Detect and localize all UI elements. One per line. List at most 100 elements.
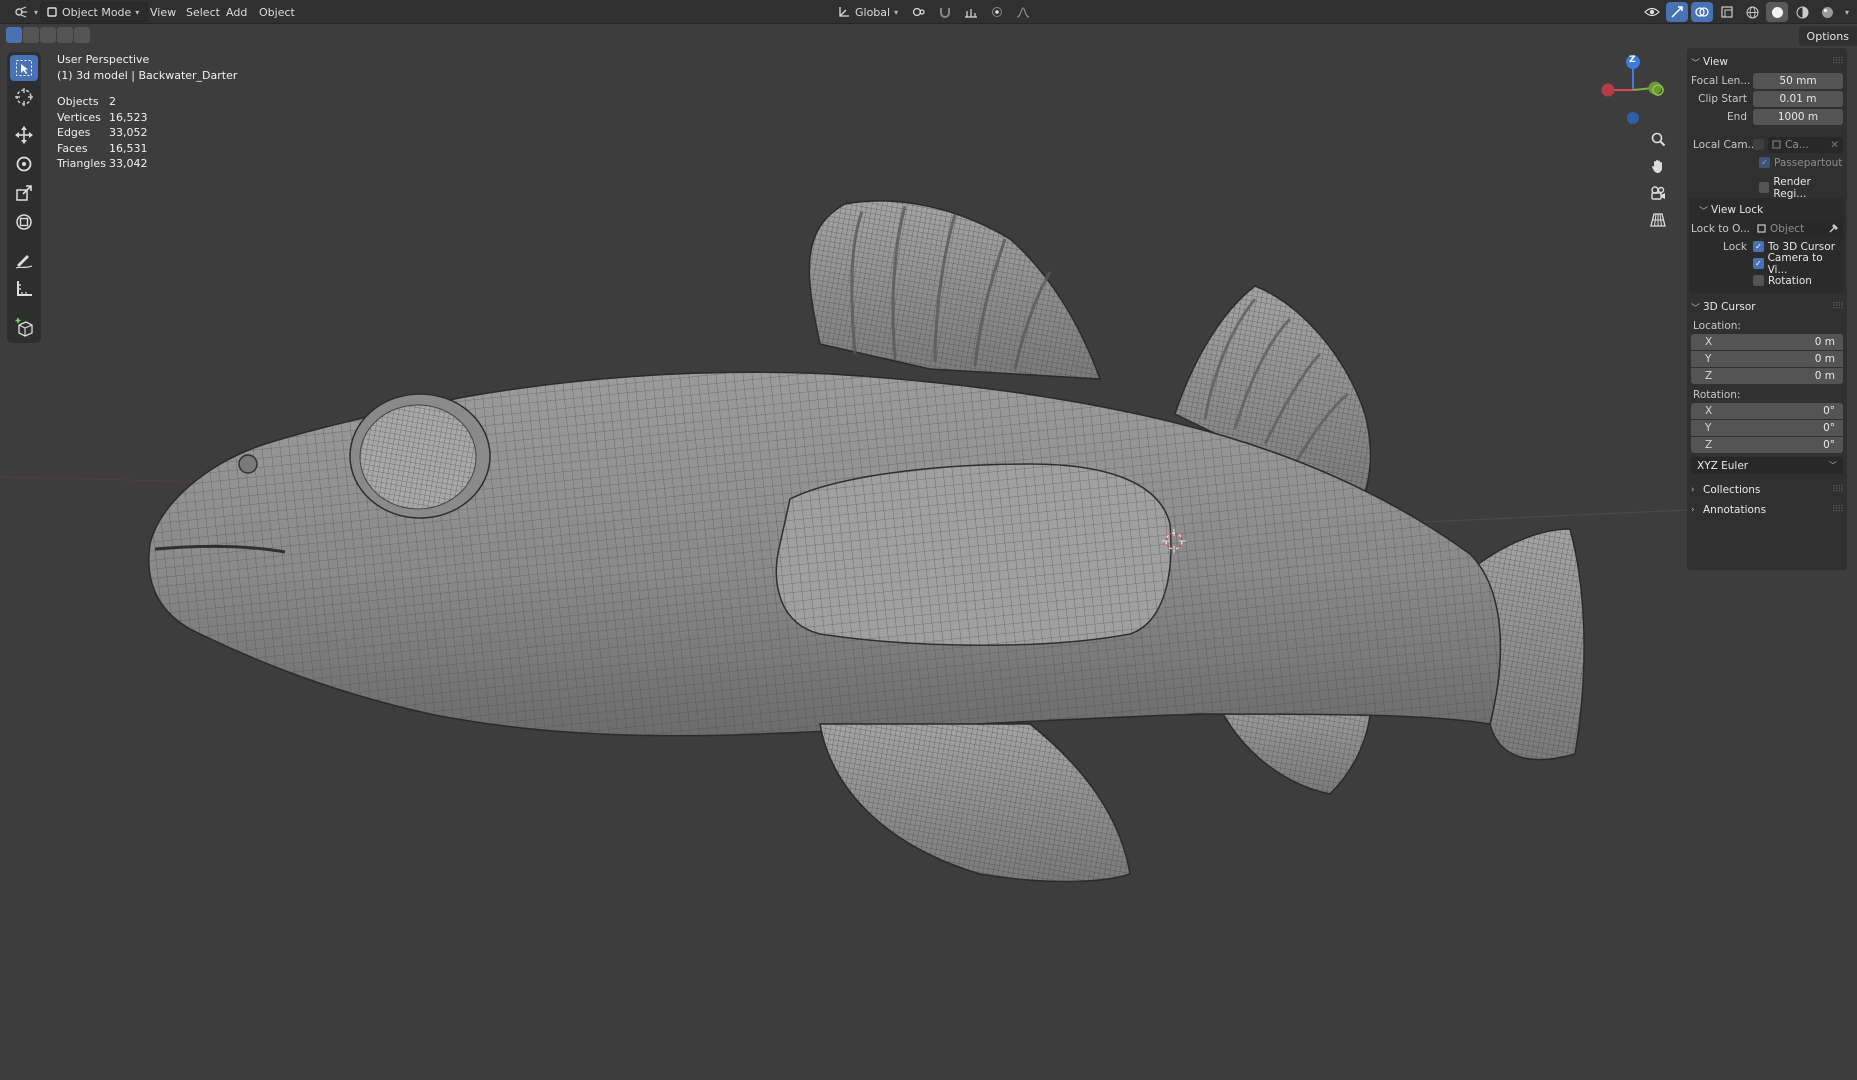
menu-view[interactable]: View bbox=[144, 2, 182, 22]
snap-toggle[interactable] bbox=[934, 2, 956, 22]
viewport-header: ▾ Object Mode ▾ View Select Add Object G… bbox=[0, 0, 1857, 24]
camera-icon bbox=[1651, 186, 1665, 200]
clip-end-label: End bbox=[1727, 110, 1747, 123]
panel-header-view-lock[interactable]: ﹀ View Lock bbox=[1691, 200, 1843, 220]
lock-to-object-field[interactable]: Object bbox=[1753, 220, 1843, 237]
local-camera-field[interactable]: Ca... ✕ bbox=[1768, 136, 1843, 153]
stat-value: 33,052 bbox=[109, 126, 148, 139]
chevron-right-icon: › bbox=[1691, 485, 1695, 495]
drag-grip-icon[interactable]: ⠿⠿ bbox=[1832, 505, 1844, 515]
cursor-rotation-z[interactable]: Z 0° bbox=[1691, 437, 1843, 453]
clip-start-field[interactable]: 0.01 m bbox=[1753, 90, 1843, 107]
camera-object-icon bbox=[1772, 140, 1781, 149]
passepartout-checkbox[interactable]: ✓ bbox=[1759, 157, 1770, 168]
stat-value: 2 bbox=[109, 95, 116, 108]
stat-label: Faces bbox=[57, 141, 88, 155]
overlay-toggle[interactable] bbox=[1691, 2, 1713, 22]
stat-value: 16,523 bbox=[109, 110, 148, 124]
proportional-edit-toggle[interactable] bbox=[986, 2, 1008, 22]
focal-length-field[interactable]: 50 mm bbox=[1753, 72, 1843, 89]
measure-tool[interactable] bbox=[10, 276, 38, 302]
rotate-tool[interactable] bbox=[10, 151, 38, 177]
editor-type-button[interactable]: ▾ bbox=[8, 2, 44, 22]
gizmo-icon bbox=[1671, 6, 1683, 18]
drag-grip-icon[interactable]: ⠿⠿ bbox=[1832, 302, 1844, 312]
clear-icon[interactable]: ✕ bbox=[1830, 139, 1843, 151]
orientation-dropdown[interactable]: Global ▾ bbox=[832, 2, 904, 22]
drag-grip-icon[interactable]: ⠿⠿ bbox=[1832, 485, 1844, 495]
stat-row: Faces 16,531 bbox=[57, 142, 148, 158]
gizmo-toggle[interactable] bbox=[1666, 2, 1688, 22]
axis-value: 0° bbox=[1823, 405, 1835, 417]
scene-info: (1) 3d model | Backwater_Darter bbox=[57, 69, 238, 82]
editor-type-icon bbox=[15, 6, 27, 18]
options-dropdown[interactable]: Options bbox=[1798, 26, 1857, 46]
render-region-row[interactable]: Render Regi... bbox=[1691, 176, 1843, 200]
axis-label: Y bbox=[1705, 422, 1712, 434]
cursor-tool[interactable] bbox=[10, 84, 38, 110]
shading-solid-button[interactable] bbox=[1766, 2, 1788, 22]
3d-viewport[interactable] bbox=[0, 24, 1687, 1080]
panel-header-collections[interactable]: › Collections ⠿⠿ bbox=[1691, 480, 1844, 500]
local-camera-checkbox[interactable] bbox=[1753, 139, 1764, 150]
shading-rendered-button[interactable] bbox=[1816, 2, 1838, 22]
to-3d-cursor-checkbox[interactable]: ✓ bbox=[1753, 241, 1764, 252]
camera-to-view-checkbox[interactable]: ✓ bbox=[1753, 258, 1764, 269]
shading-material-button[interactable] bbox=[1791, 2, 1813, 22]
pivot-point-button[interactable] bbox=[908, 2, 930, 22]
perspective-toggle-button[interactable] bbox=[1646, 209, 1670, 231]
navigation-gizmo[interactable]: Z bbox=[1598, 50, 1668, 130]
xray-toggle[interactable] bbox=[1716, 2, 1738, 22]
falloff-dropdown[interactable] bbox=[1012, 2, 1034, 22]
cursor-location-y[interactable]: Y 0 m bbox=[1691, 351, 1843, 367]
pencil-icon bbox=[15, 255, 33, 269]
panel-header-3d-cursor[interactable]: ﹀ 3D Cursor ⠿⠿ bbox=[1691, 297, 1844, 317]
shading-options-dropdown[interactable]: ▾ bbox=[1841, 2, 1853, 22]
panel-title: Collections bbox=[1703, 484, 1761, 496]
clip-end-field[interactable]: 1000 m bbox=[1753, 108, 1843, 125]
orientation-icon bbox=[839, 7, 849, 17]
camera-view-button[interactable] bbox=[1646, 182, 1670, 204]
cursor-location-x[interactable]: X 0 m bbox=[1691, 334, 1843, 350]
lock-rotation-checkbox[interactable] bbox=[1753, 275, 1764, 286]
rotation-mode-value: XYZ Euler bbox=[1697, 459, 1749, 472]
stat-label: Edges bbox=[57, 126, 91, 139]
panel-title: View Lock bbox=[1711, 204, 1764, 216]
shading-wireframe-button[interactable] bbox=[1741, 2, 1763, 22]
local-camera-row: Local Cam... Ca... ✕ bbox=[1691, 136, 1843, 153]
menu-object[interactable]: Object bbox=[253, 2, 301, 22]
cursor-rotation-y[interactable]: Y 0° bbox=[1691, 420, 1843, 436]
chevron-down-icon: ▾ bbox=[34, 7, 39, 17]
cursor-location-z[interactable]: Z 0 m bbox=[1691, 368, 1843, 384]
chevron-down-icon: ▾ bbox=[1844, 7, 1849, 17]
chevron-down-icon: ▾ bbox=[894, 7, 899, 17]
snap-target-dropdown[interactable] bbox=[960, 2, 982, 22]
select-box-tool[interactable] bbox=[10, 55, 38, 81]
cursor-location-fields: X 0 m Y 0 m Z 0 m bbox=[1691, 334, 1843, 384]
menu-add[interactable]: Add bbox=[220, 2, 253, 22]
scale-tool[interactable] bbox=[10, 180, 38, 206]
render-region-checkbox[interactable] bbox=[1759, 182, 1770, 193]
panel-header-view[interactable]: ﹀ View ⠿⠿ bbox=[1691, 52, 1844, 72]
header-right-controls: ▾ bbox=[1641, 2, 1853, 22]
mode-dropdown[interactable]: Object Mode ▾ bbox=[40, 2, 149, 22]
zoom-button[interactable] bbox=[1646, 128, 1670, 150]
drag-grip-icon[interactable]: ⠿⠿ bbox=[1832, 57, 1844, 67]
object-mode-icon bbox=[47, 7, 57, 17]
grid-perspective-icon bbox=[1650, 213, 1666, 227]
move-tool[interactable] bbox=[10, 122, 38, 148]
annotate-tool[interactable] bbox=[10, 247, 38, 273]
panel-header-annotations[interactable]: › Annotations ⠿⠿ bbox=[1691, 500, 1844, 520]
material-sphere-icon bbox=[1796, 6, 1808, 18]
stat-value: 33,042 bbox=[109, 157, 148, 170]
eyedropper-icon[interactable] bbox=[1828, 223, 1839, 234]
visibility-dropdown[interactable] bbox=[1641, 2, 1663, 22]
rotation-mode-dropdown[interactable]: XYZ Euler ﹀ bbox=[1691, 457, 1843, 474]
pan-button[interactable] bbox=[1646, 155, 1670, 177]
add-cube-tool[interactable] bbox=[10, 314, 38, 340]
camera-to-view-row[interactable]: ✓ Camera to Vi... bbox=[1691, 252, 1843, 276]
panel-title: View bbox=[1703, 56, 1728, 68]
cursor-rotation-x[interactable]: X 0° bbox=[1691, 403, 1843, 419]
passepartout-row[interactable]: ✓ Passepartout bbox=[1691, 154, 1843, 171]
transform-tool[interactable] bbox=[10, 209, 38, 235]
